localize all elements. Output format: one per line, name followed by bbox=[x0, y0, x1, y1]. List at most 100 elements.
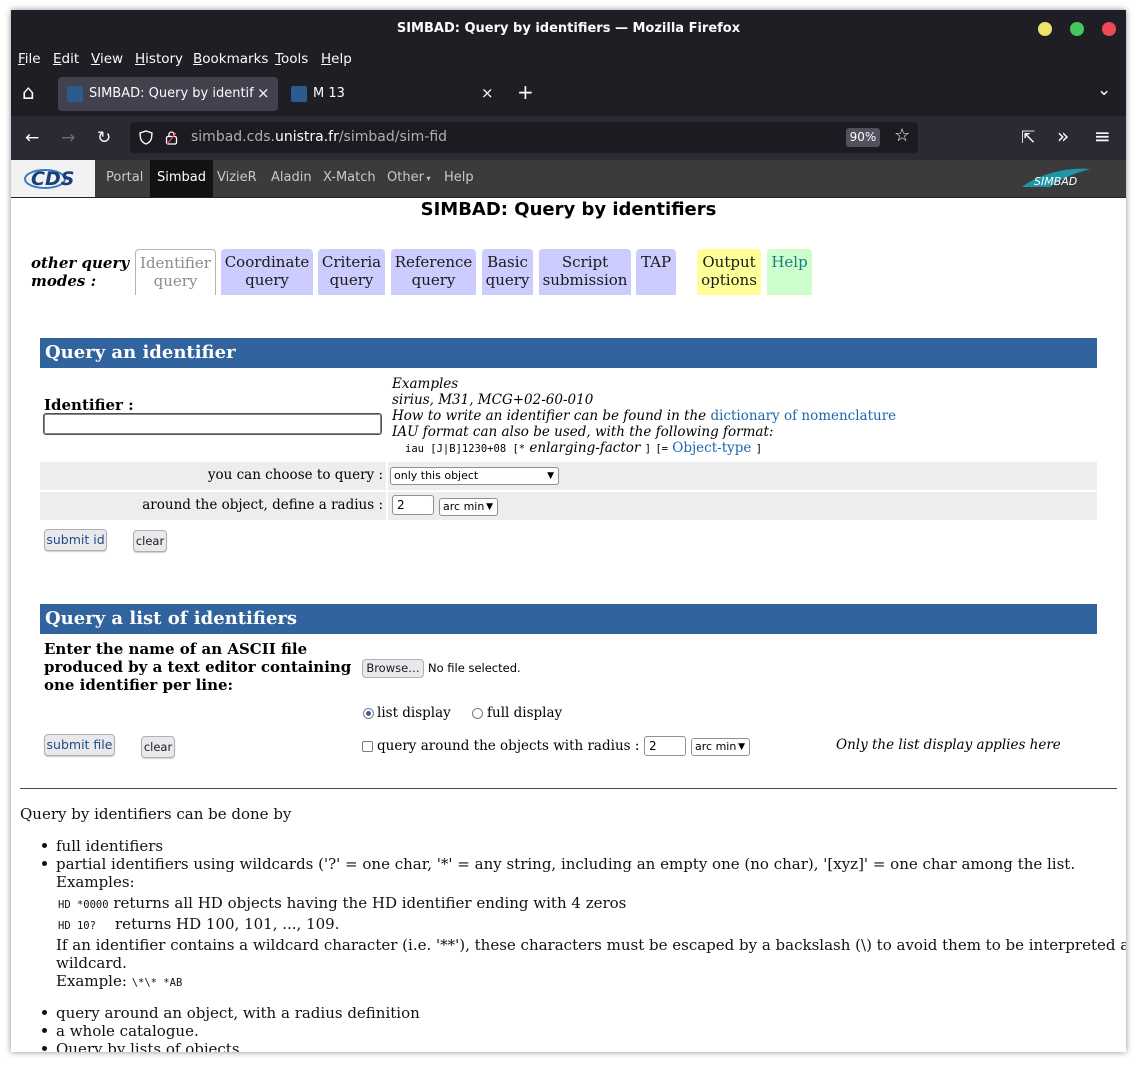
query-around-checkbox[interactable] bbox=[362, 741, 373, 752]
url-host: simbad.cds. bbox=[191, 129, 275, 145]
example-1-text: returns all HD objects having the HD ide… bbox=[113, 894, 627, 912]
mode-help[interactable]: Help bbox=[767, 249, 812, 295]
mode-label: Basic bbox=[487, 253, 528, 271]
page-title: SIMBAD: Query by identifiers bbox=[420, 199, 717, 220]
forward-icon[interactable]: → bbox=[61, 128, 75, 148]
howto-text: How to write an identifier can be found … bbox=[392, 408, 711, 424]
menu-view[interactable]: View bbox=[91, 51, 123, 67]
list-display-note: Only the list display applies here bbox=[836, 737, 1061, 753]
row-divider bbox=[386, 462, 388, 490]
clear-file-button[interactable]: clear bbox=[141, 736, 175, 758]
bracket: ] bbox=[644, 443, 652, 455]
menu-help[interactable]: Help bbox=[321, 51, 352, 67]
simbad-logo-graphic: SIMBAD bbox=[1022, 168, 1090, 188]
menu-history[interactable]: History bbox=[135, 51, 183, 67]
tab-close-icon[interactable]: × bbox=[257, 84, 270, 102]
row-divider bbox=[386, 492, 388, 520]
mode-basic-query[interactable]: Basic query bbox=[482, 249, 533, 295]
mode-label: Help bbox=[771, 253, 808, 271]
mode-label: Output bbox=[702, 253, 756, 271]
info-bullet-lists: Query by lists of objects bbox=[56, 1040, 240, 1052]
extensions-icon[interactable]: ⇱ bbox=[1021, 128, 1035, 148]
mode-label: Script bbox=[561, 253, 609, 271]
mode-criteria-query[interactable]: Criteria query bbox=[318, 249, 385, 295]
menu-file[interactable]: File bbox=[18, 51, 41, 67]
identifier-input[interactable] bbox=[43, 413, 382, 435]
browse-file-button[interactable]: Browse… bbox=[362, 659, 424, 678]
minimize-button[interactable] bbox=[1038, 22, 1052, 36]
simbad-logo[interactable]: SIMBAD bbox=[1020, 165, 1092, 191]
cds-nav-vizier[interactable]: VizieR bbox=[210, 160, 264, 197]
info-intro: Query by identifiers can be done by bbox=[20, 805, 292, 823]
bookmark-star-icon[interactable]: ☆ bbox=[894, 126, 910, 146]
list-display-label: list display bbox=[377, 705, 451, 721]
mode-identifier-query[interactable]: Identifier query bbox=[135, 249, 216, 295]
tab-m13[interactable]: M 13 × bbox=[282, 77, 502, 111]
cds-nav-other-label: Other bbox=[387, 170, 424, 185]
cds-nav-portal[interactable]: Portal bbox=[99, 160, 150, 197]
info-examples-label: Examples: bbox=[56, 873, 135, 891]
bullet bbox=[42, 843, 47, 848]
list-radius-unit-value: arc min bbox=[695, 740, 737, 753]
mode-output-options[interactable]: Output options bbox=[697, 249, 761, 295]
mode-script-submission[interactable]: Script submission bbox=[539, 249, 631, 295]
list-radius-unit-select[interactable]: arc min ▼ bbox=[691, 738, 750, 756]
home-icon[interactable]: ⌂ bbox=[22, 82, 35, 102]
menu-tools[interactable]: Tools bbox=[275, 51, 308, 67]
radius-input[interactable]: 2 bbox=[392, 495, 434, 515]
file-label: Enter the name of an ASCII file produced… bbox=[44, 640, 351, 694]
object-type-link[interactable]: Object-type bbox=[672, 440, 751, 456]
full-display-radio[interactable] bbox=[472, 708, 483, 719]
choose-query-select[interactable]: only this object ▼ bbox=[390, 467, 559, 485]
list-all-tabs-icon[interactable]: ⌄ bbox=[1097, 80, 1111, 100]
reload-icon[interactable]: ↻ bbox=[97, 128, 111, 148]
close-window-button[interactable] bbox=[1102, 22, 1116, 36]
back-icon[interactable]: ← bbox=[25, 128, 39, 148]
radius-label: around the object, define a radius : bbox=[142, 497, 383, 513]
dictionary-of-nomenclature-link[interactable]: dictionary of nomenclature bbox=[710, 408, 896, 424]
url-bar[interactable]: simbad.cds.unistra.fr/simbad/sim-fid 90%… bbox=[130, 122, 918, 153]
enlarging-factor: enlarging-factor bbox=[529, 440, 641, 456]
window-titlebar: SIMBAD: Query by identifiers — Mozilla F… bbox=[11, 10, 1126, 48]
menu-bookmarks[interactable]: Bookmarks bbox=[193, 51, 268, 67]
menubar: File Edit View History Bookmarks Tools H… bbox=[11, 48, 1126, 72]
bullet bbox=[42, 1010, 47, 1015]
cds-nav-aladin[interactable]: Aladin bbox=[264, 160, 319, 197]
cds-logo-graphic: CDS bbox=[24, 168, 74, 190]
maximize-button[interactable] bbox=[1070, 22, 1084, 36]
window-title: SIMBAD: Query by identifiers — Mozilla F… bbox=[396, 21, 741, 36]
tab-close-icon[interactable]: × bbox=[481, 84, 494, 102]
zoom-indicator[interactable]: 90% bbox=[846, 128, 880, 147]
overflow-menu-icon[interactable]: » bbox=[1057, 126, 1069, 146]
lock-icon[interactable] bbox=[165, 130, 178, 145]
mode-label: Coordinate bbox=[224, 253, 310, 271]
list-radius-input[interactable]: 2 bbox=[644, 736, 686, 756]
app-menu-icon[interactable]: ≡ bbox=[1094, 126, 1111, 146]
mode-coordinate-query[interactable]: Coordinate query bbox=[221, 249, 313, 295]
list-display-radio[interactable] bbox=[363, 708, 374, 719]
clear-id-button[interactable]: clear bbox=[133, 530, 167, 552]
cds-nav-help[interactable]: Help bbox=[437, 160, 481, 197]
tab-simbad-query[interactable]: SIMBAD: Query by identifie × bbox=[58, 77, 278, 111]
submit-id-button[interactable]: submit id bbox=[44, 529, 107, 551]
choose-query-label: you can choose to query : bbox=[207, 467, 383, 483]
full-display-label: full display bbox=[487, 705, 563, 721]
shield-icon[interactable] bbox=[139, 130, 153, 145]
info-example-2: HD 10? returns HD 100, 101, ..., 109. bbox=[58, 915, 340, 933]
new-tab-icon[interactable]: + bbox=[517, 82, 534, 102]
bullet bbox=[42, 861, 47, 866]
radius-unit-select[interactable]: arc min ▼ bbox=[439, 498, 498, 516]
mode-label: query bbox=[411, 271, 456, 289]
query-modes-label-line2: modes : bbox=[31, 272, 97, 290]
cds-nav-other[interactable]: Other ▾ bbox=[380, 160, 437, 197]
submit-file-button[interactable]: submit file bbox=[44, 734, 115, 756]
file-label-line: Enter the name of an ASCII file bbox=[44, 640, 308, 658]
info-escape-line-1: If an identifier contains a wildcard cha… bbox=[56, 936, 1126, 954]
tab-label: M 13 bbox=[313, 86, 345, 101]
cds-nav-simbad[interactable]: Simbad bbox=[150, 160, 213, 197]
cds-logo[interactable]: CDS bbox=[11, 160, 95, 197]
mode-reference-query[interactable]: Reference query bbox=[391, 249, 476, 295]
cds-nav-xmatch[interactable]: X-Match bbox=[316, 160, 383, 197]
menu-edit[interactable]: Edit bbox=[53, 51, 79, 67]
mode-tap[interactable]: TAP bbox=[636, 249, 676, 295]
